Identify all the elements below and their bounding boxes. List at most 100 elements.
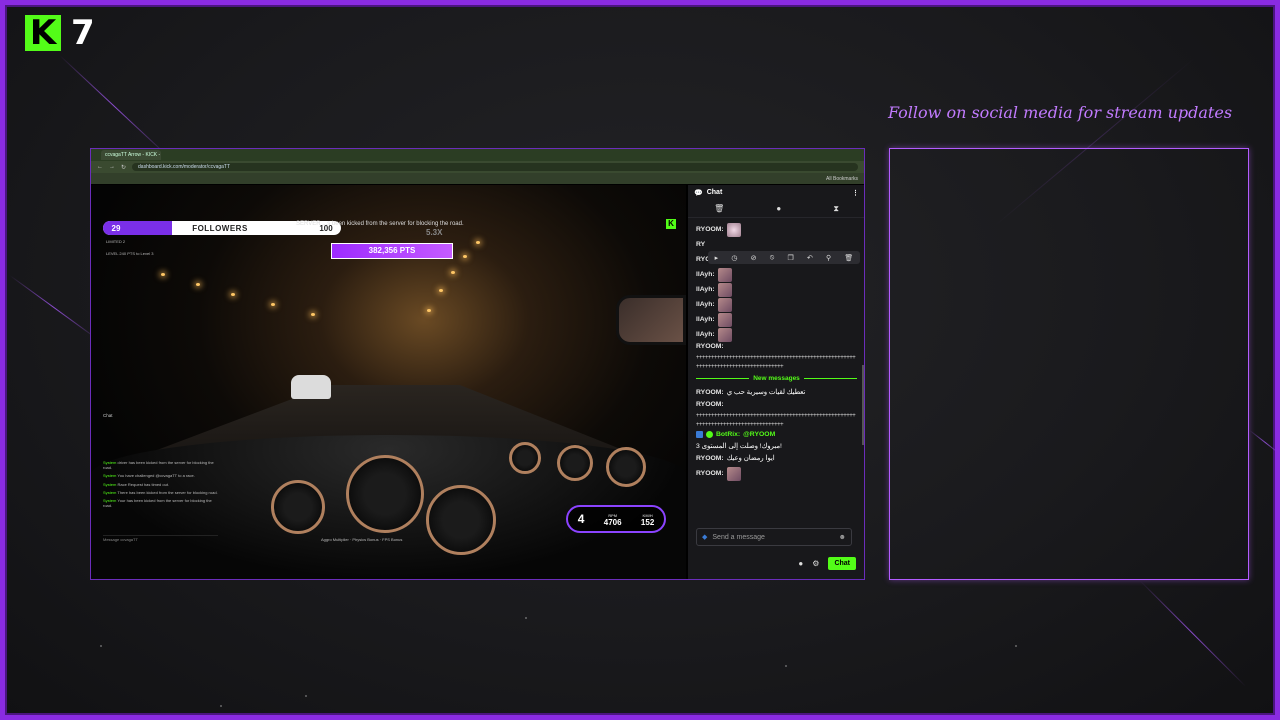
undo-icon[interactable]: ↶	[807, 254, 813, 262]
decor-speck	[100, 645, 102, 647]
points-display: 382,356 PTS	[331, 243, 453, 259]
tunnel-light	[427, 309, 431, 312]
hourglass-icon[interactable]: ⧗	[833, 204, 839, 214]
game-chat-message: System driver has been kicked from the s…	[103, 460, 214, 471]
chat-message[interactable]: llAyh:	[696, 282, 857, 297]
tunnel-light	[463, 255, 467, 258]
social-tagline: Follow on social media for stream update…	[887, 103, 1233, 122]
kick-logo-icon: K	[25, 15, 61, 51]
forward-icon[interactable]: →	[109, 164, 115, 170]
game-chat-message: System Race Request has timed out.	[103, 481, 170, 487]
browser-tab-bar: ccvagaTT Arrow - KICK - Sl...	[91, 149, 864, 161]
browser-address-bar: ← → ↻ dashboard.kick.com/moderator/ccvag…	[91, 161, 864, 173]
followers-current: 29	[111, 223, 121, 233]
pin-icon[interactable]: ⚲	[826, 254, 831, 262]
game-chat-message: System Your has been kicked from the ser…	[103, 498, 212, 509]
clock-icon[interactable]: ◷	[731, 254, 737, 262]
emote-icon	[717, 327, 732, 342]
chat-message[interactable]: RYOOM: ايوا رمضان وعيك	[696, 451, 857, 466]
decor-speck	[785, 665, 787, 667]
speedometer-gauge	[426, 485, 496, 555]
tunnel-light	[439, 289, 443, 292]
decor-speck	[305, 695, 307, 697]
tunnel-light	[271, 303, 275, 306]
car-ahead	[291, 375, 331, 399]
game-chat-input[interactable]: Message ccvagaTT	[103, 535, 218, 543]
tunnel-light	[311, 313, 315, 316]
speed-hud: 4 RPM 4706 KM/H 152	[566, 505, 666, 533]
webcam-frame	[889, 148, 1249, 580]
level-line: LEVEL 240 PTS to Level 3	[106, 251, 154, 256]
stat-line: LIMITED 2	[106, 239, 126, 244]
decor-line	[59, 55, 170, 159]
flood-text: ++++++++++++++++++++++++++++++++++++++++…	[696, 413, 856, 428]
bot-message[interactable]: BotRix: @RYOOM مبروك! وصلت إلى المستوى 3!	[696, 430, 857, 451]
kick-bot-icon[interactable]: ◆	[702, 533, 707, 541]
chat-message[interactable]: RYOOM: ++++++++++++++++++++++++++++++++++…	[696, 400, 857, 430]
chat-title: Chat	[706, 189, 723, 196]
chat-message[interactable]: llAyh:	[696, 297, 857, 312]
emote-icon	[726, 222, 741, 237]
tachometer-gauge	[346, 455, 424, 533]
gear-icon[interactable]: ⚙	[812, 559, 819, 568]
chat-message[interactable]: RYOOM: تعطيك لقيات وسيرية حب ي	[696, 385, 857, 400]
browser-tab[interactable]: ccvagaTT Arrow - KICK - Sl...	[101, 150, 161, 160]
trash-icon[interactable]: 🗑	[844, 254, 853, 262]
chat-footer: ● ⚙ Chat	[696, 555, 856, 571]
tunnel-light	[196, 283, 200, 286]
game-chat-message: System There has been kicked from the se…	[103, 489, 218, 495]
ban-icon[interactable]: ⦸	[770, 254, 775, 262]
chat-message[interactable]: llAyh:	[696, 312, 857, 327]
multiplier: 5.3X	[426, 228, 443, 237]
message-action-toolbar: ▸ ◷ ⊘ ⦸ ❐ ↶ ⚲ 🗑	[708, 251, 860, 264]
stream-overlay: K 7 Follow on social media for stream up…	[0, 0, 1280, 720]
chat-mode-icon[interactable]: ●	[776, 204, 781, 213]
kick-mini-icon: K	[666, 219, 676, 229]
send-message-placeholder: Send a message	[712, 533, 765, 541]
bot-badge-icon	[696, 431, 703, 438]
back-icon[interactable]: ←	[97, 164, 103, 170]
url-field[interactable]: dashboard.kick.com/moderator/ccvagaTT	[132, 163, 858, 171]
play-icon[interactable]: ▸	[715, 254, 719, 262]
chat-bubble-icon: 💬	[694, 189, 703, 197]
game-chat-log: System driver has been kicked from the s…	[103, 460, 218, 511]
new-messages-divider[interactable]: New messages	[696, 375, 857, 382]
chat-message[interactable]: llAyh:	[696, 267, 857, 282]
chat-scrollbar[interactable]	[862, 365, 864, 445]
send-chat-button[interactable]: Chat	[828, 556, 856, 570]
chat-message[interactable]: RYOOM: ++++++++++++++++++++++++++++++++++…	[696, 342, 857, 372]
bookmarks-label[interactable]: All Bookmarks	[826, 176, 858, 182]
emote-icon	[726, 466, 741, 481]
emote-icon	[717, 267, 732, 282]
chat-message[interactable]: RYOOM:	[696, 222, 857, 237]
chat-message[interactable]: RY	[696, 237, 857, 252]
server-notice: SERVER ...s been kicked from the server …	[296, 221, 464, 227]
bookmarks-bar: All Bookmarks	[91, 173, 864, 184]
chat-panel: 💬 Chat ⋮ 🗑 ● ⧗ ▸ ◷ ⊘ ⦸ ❐ ↶ ⚲ 🗑 RYOOM: RY…	[688, 185, 864, 579]
speed-readout: KM/H 152	[640, 513, 655, 527]
decor-line	[9, 275, 99, 341]
slash-icon[interactable]: ⊘	[751, 254, 757, 262]
chat-message[interactable]: RYOOM:	[696, 466, 857, 481]
tunnel-light	[476, 241, 480, 244]
captured-browser-window: ccvagaTT Arrow - KICK - Sl... ← → ↻ dash…	[90, 148, 865, 580]
chat-header: 💬 Chat ⋮	[688, 185, 864, 200]
chat-bubble-icon[interactable]: ●	[798, 559, 803, 568]
small-gauge	[606, 447, 646, 487]
copy-icon[interactable]: ❐	[787, 254, 793, 262]
reload-icon[interactable]: ↻	[121, 164, 126, 171]
chat-mod-tools: 🗑 ● ⧗	[688, 200, 864, 218]
emoji-icon[interactable]: ☻	[839, 534, 846, 541]
game-chat-message: System You have challenged @ccvagaTT to …	[103, 473, 195, 479]
trash-icon[interactable]: 🗑	[714, 204, 724, 213]
brand-logo: K 7	[25, 13, 95, 53]
decor-line	[1249, 430, 1275, 456]
emote-icon	[717, 297, 732, 312]
send-message-input[interactable]: ◆ Send a message ☻	[696, 528, 852, 546]
decor-speck	[525, 617, 527, 619]
brand-number: 7	[71, 13, 95, 53]
chat-message[interactable]: llAyh:	[696, 327, 857, 342]
small-gauge	[509, 442, 541, 474]
decor-line	[1139, 580, 1247, 687]
more-options-icon[interactable]: ⋮	[852, 189, 859, 197]
